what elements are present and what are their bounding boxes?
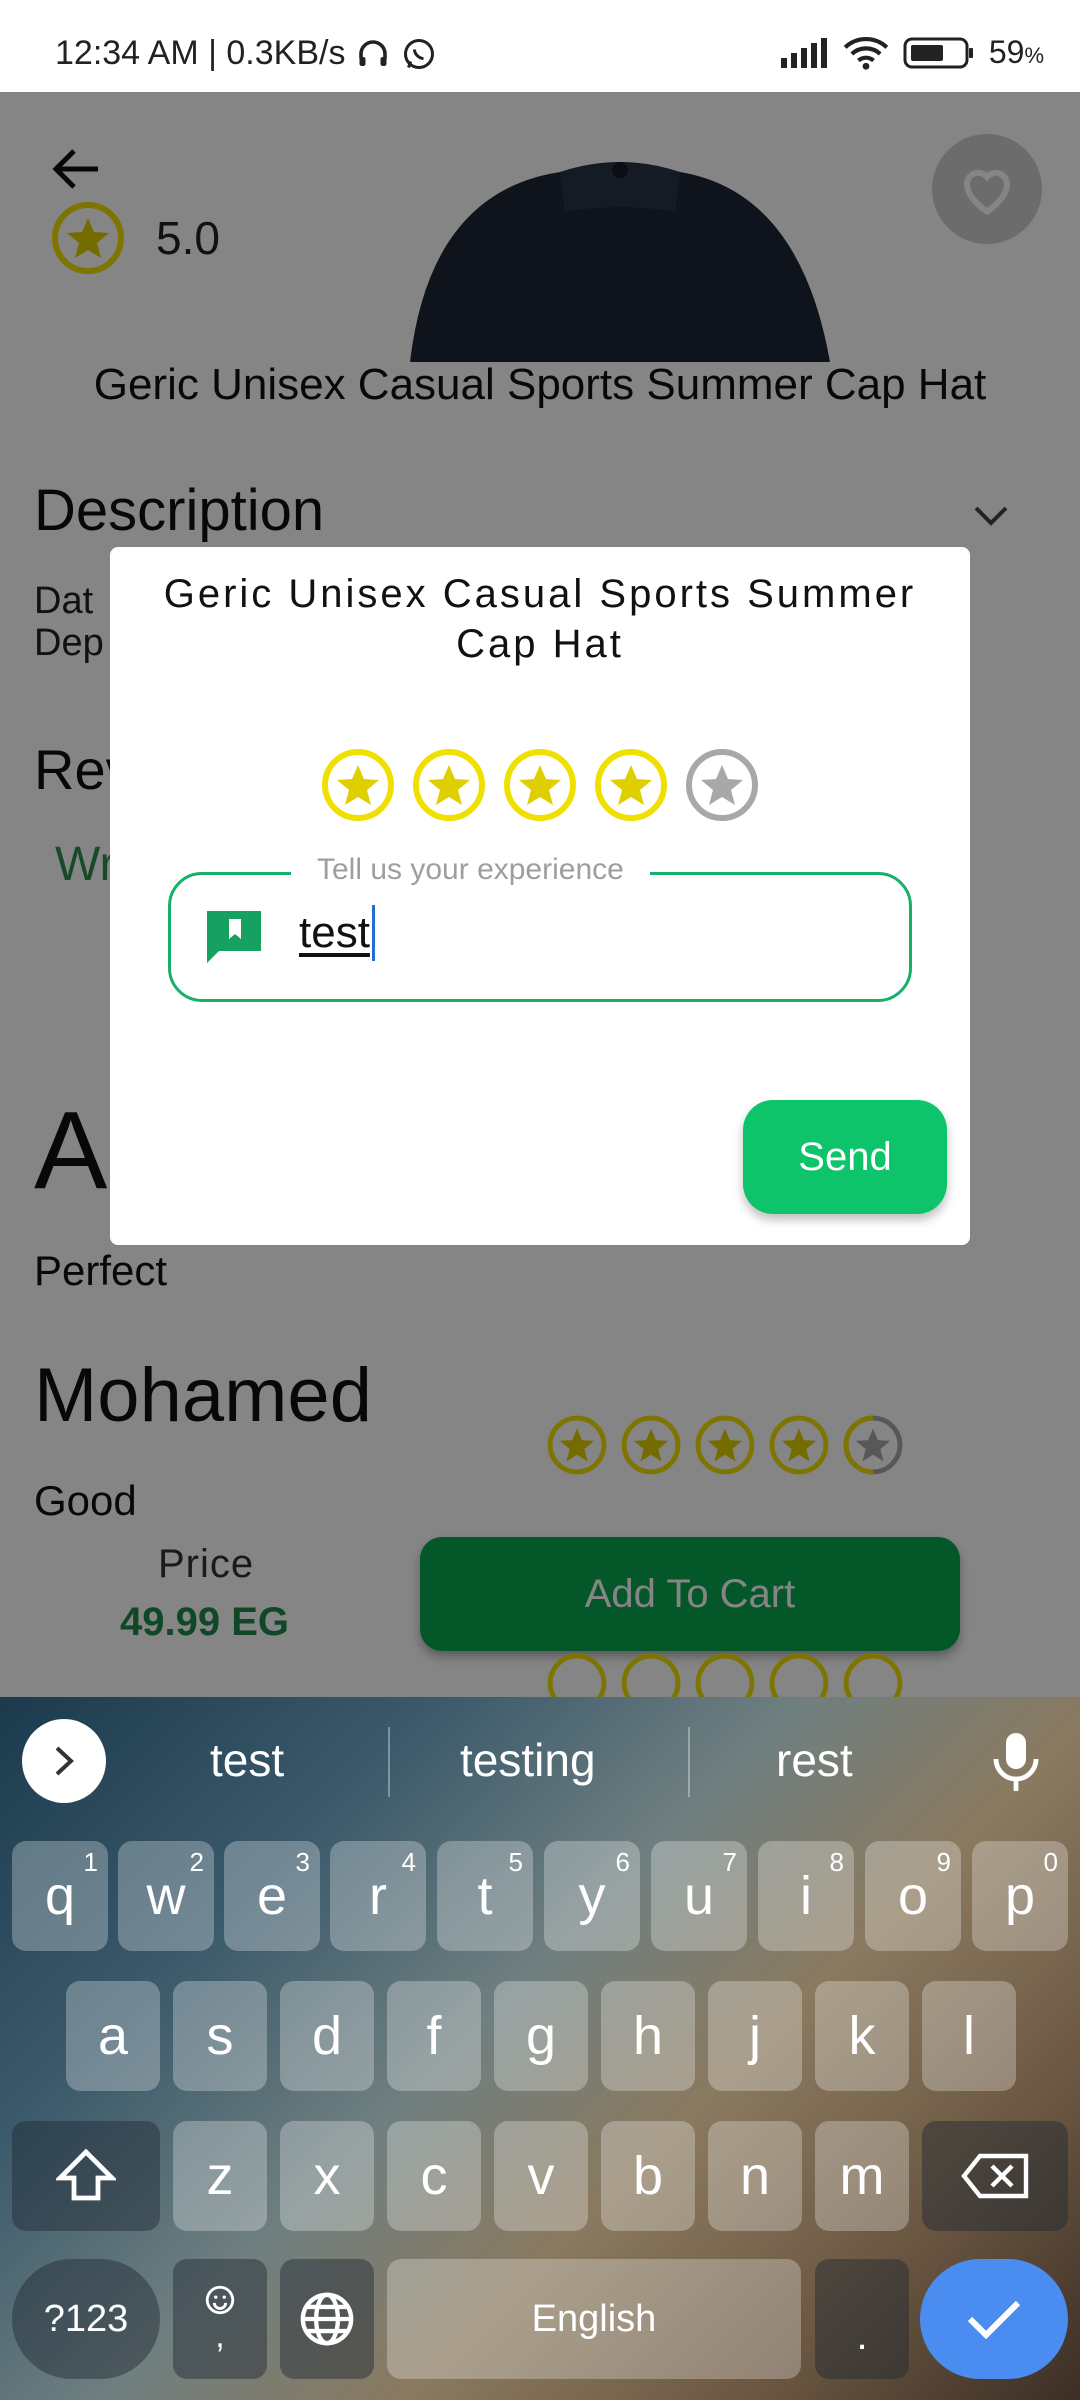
key-k[interactable]: k — [815, 1981, 909, 2091]
voice-input-button[interactable] — [990, 1729, 1042, 1798]
suggestion-divider — [388, 1727, 390, 1797]
backspace-icon — [961, 2153, 1029, 2199]
status-bar: 12:34 AM | 0.3KB/s 59% — [0, 0, 1080, 92]
checkmark-icon — [967, 2300, 1021, 2340]
whatsapp-icon — [404, 38, 435, 69]
status-right: 59% — [779, 34, 1044, 71]
key-a[interactable]: a — [66, 1981, 160, 2091]
dialog-title: Geric Unisex Casual Sports Summer Cap Ha… — [163, 572, 917, 666]
globe-icon — [300, 2292, 354, 2346]
text-cursor — [371, 905, 375, 961]
feedback-icon — [205, 909, 263, 970]
key-s[interactable]: s — [173, 1981, 267, 2091]
key-o[interactable]: o9 — [865, 1841, 961, 1951]
headphones-icon — [359, 39, 388, 66]
key-z[interactable]: z — [173, 2121, 267, 2231]
key-e[interactable]: e3 — [224, 1841, 320, 1951]
key-j[interactable]: j — [708, 1981, 802, 2091]
key-y[interactable]: y6 — [544, 1841, 640, 1951]
suggestion-1[interactable]: test — [210, 1733, 284, 1787]
symbols-key[interactable]: ?123 — [12, 2259, 160, 2379]
experience-label: Tell us your experience — [291, 853, 650, 887]
period-key[interactable]: . — [815, 2259, 909, 2379]
key-i[interactable]: i8 — [758, 1841, 854, 1951]
key-v[interactable]: v — [494, 2121, 588, 2231]
key-w[interactable]: w2 — [118, 1841, 214, 1951]
shift-icon — [56, 2148, 116, 2201]
emoji-icon — [205, 2285, 235, 2314]
suggestion-bar: test testing rest — [0, 1697, 1080, 1827]
rating-stars-input — [320, 747, 760, 823]
signal-icon — [780, 37, 827, 68]
soft-keyboard: test testing rest q1 w2 e3 r4 t5 y6 u7 i… — [0, 1697, 1080, 2400]
enter-key[interactable] — [920, 2259, 1068, 2379]
chevron-right-icon — [55, 1746, 74, 1776]
key-u[interactable]: u7 — [651, 1841, 747, 1951]
wifi-icon — [843, 36, 889, 70]
star-1-icon[interactable] — [320, 747, 396, 823]
suggestion-3[interactable]: rest — [776, 1733, 853, 1787]
shift-key[interactable] — [12, 2121, 160, 2231]
language-key[interactable] — [280, 2259, 374, 2379]
review-dialog: Geric Unisex Casual Sports Summer Cap Ha… — [110, 547, 970, 1245]
backspace-key[interactable] — [922, 2121, 1068, 2231]
key-r[interactable]: r4 — [330, 1841, 426, 1951]
key-d[interactable]: d — [280, 1981, 374, 2091]
key-h[interactable]: h — [601, 1981, 695, 2091]
suggestion-2[interactable]: testing — [460, 1733, 596, 1787]
key-q[interactable]: q1 — [12, 1841, 108, 1951]
expand-toolbar-button[interactable] — [22, 1719, 106, 1803]
key-m[interactable]: m — [815, 2121, 909, 2231]
suggestion-divider — [688, 1727, 690, 1797]
star-4-icon[interactable] — [593, 747, 669, 823]
status-left: 12:34 AM | 0.3KB/s — [55, 34, 437, 73]
star-3-icon[interactable] — [502, 747, 578, 823]
key-c[interactable]: c — [387, 2121, 481, 2231]
experience-value[interactable]: test — [299, 905, 375, 961]
star-5-icon[interactable] — [684, 747, 760, 823]
key-x[interactable]: x — [280, 2121, 374, 2231]
star-2-icon[interactable] — [411, 747, 487, 823]
key-t[interactable]: t5 — [437, 1841, 533, 1951]
experience-input[interactable]: Tell us your experience test — [168, 853, 912, 1002]
battery-level: 59% — [988, 34, 1044, 70]
send-button[interactable]: Send — [743, 1100, 947, 1214]
key-n[interactable]: n — [708, 2121, 802, 2231]
key-l[interactable]: l — [922, 1981, 1016, 2091]
emoji-comma-key[interactable]: , — [173, 2259, 267, 2379]
key-g[interactable]: g — [494, 1981, 588, 2091]
key-p[interactable]: p0 — [972, 1841, 1068, 1951]
key-f[interactable]: f — [387, 1981, 481, 2091]
key-b[interactable]: b — [601, 2121, 695, 2231]
battery-icon — [903, 37, 973, 68]
mic-icon — [993, 1733, 1039, 1791]
space-key[interactable]: English — [387, 2259, 801, 2379]
status-time-speed: 12:34 AM | 0.3KB/s — [55, 34, 346, 72]
